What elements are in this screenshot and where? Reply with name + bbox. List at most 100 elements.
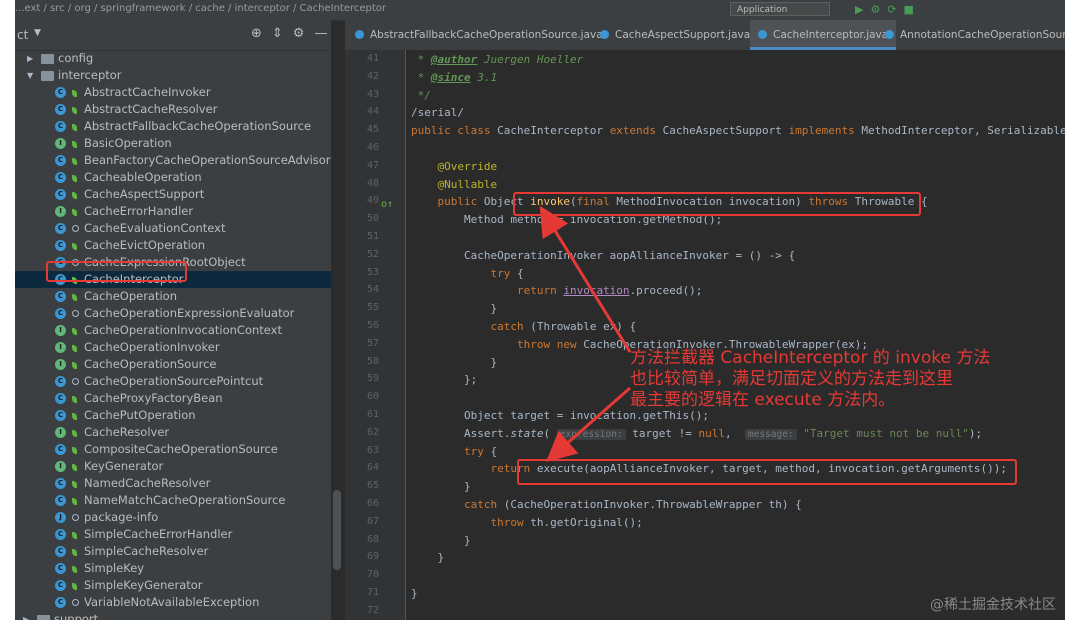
public-access-icon (72, 447, 77, 454)
code-token: .proceed(); (629, 284, 703, 298)
line-number: 57 (366, 337, 379, 349)
code-token: throw (411, 515, 531, 529)
breadcrumb[interactable]: ...ext / src / org / springframework / c… (15, 3, 386, 14)
chevron-right-icon[interactable]: ▶ (27, 52, 33, 65)
code-token: /serial/ (411, 106, 464, 120)
chevron-down-icon[interactable]: ▼ (34, 28, 41, 38)
code-line: @Nullable (411, 178, 497, 191)
tree-item[interactable]: C NameMatchCacheOperationSource (15, 492, 331, 509)
code-line: Assert.state( expression: target != null… (411, 427, 982, 440)
tree-item[interactable]: C CacheEvictOperation (15, 237, 331, 254)
interface-icon: I (55, 461, 66, 472)
tree-item-label: config (58, 51, 94, 65)
tab-label: AbstractFallbackCacheOperationSource.jav… (370, 29, 603, 41)
tree-folder[interactable]: ▼ interceptor (15, 67, 331, 84)
code-token: } (411, 551, 445, 565)
line-number: 59 (366, 373, 379, 385)
tree-item[interactable]: I CacheErrorHandler (15, 203, 331, 220)
project-scrollbar[interactable] (333, 490, 341, 570)
tree-item[interactable]: C VariableNotAvailableException (15, 594, 331, 611)
tree-item[interactable]: C AbstractCacheResolver (15, 101, 331, 118)
code-editor[interactable]: 41 42 43 44 45 46 47 48 49 50 51 52 53 54 55 56 57 58 59 60… (345, 50, 1065, 620)
tree-item[interactable]: I CacheOperationInvoker (15, 339, 331, 356)
chevron-down-icon[interactable]: ▼ (27, 69, 33, 82)
public-access-icon (72, 430, 77, 437)
tab-annotationcacheoperationsource[interactable]: AnnotationCacheOperationSource.java (885, 20, 1065, 50)
tab-cacheaspectsupport[interactable]: CacheAspectSupport.java (600, 20, 750, 50)
tree-item-label: BeanFactoryCacheOperationSourceAdvisor (84, 153, 331, 167)
annotation-line-3: 最主要的逻辑在 execute 方法内。 (630, 390, 896, 410)
tree-item[interactable]: I KeyGenerator (15, 458, 331, 475)
run-config-selector[interactable]: Application (730, 2, 830, 16)
code-token: } (411, 302, 498, 316)
navigation-bar: ...ext / src / org / springframework / c… (15, 0, 1065, 21)
tab-abstractfallbackcacheoperationsource[interactable]: AbstractFallbackCacheOperationSource.jav… (355, 20, 603, 50)
parameter-hint: expression: (556, 428, 626, 440)
tree-item-label: CacheResolver (84, 425, 170, 439)
tree-item-label: interceptor (58, 68, 122, 82)
tree-item[interactable]: C CacheAspectSupport (15, 186, 331, 203)
tree-item[interactable]: C CompositeCacheOperationSource (15, 441, 331, 458)
tree-folder[interactable]: ▶ config (15, 50, 331, 67)
tree-item[interactable]: C NamedCacheResolver (15, 475, 331, 492)
tree-item-label: NamedCacheResolver (84, 476, 211, 490)
annotation-text: 方法拦截器 CacheInterceptor 的 invoke 方法 也比较简单… (630, 348, 990, 411)
override-gutter-icon[interactable]: o↑ (381, 199, 393, 210)
code-line: @Override (411, 160, 497, 173)
tree-item[interactable]: C AbstractCacheInvoker (15, 84, 331, 101)
class-icon: C (55, 410, 66, 421)
tree-item[interactable]: I CacheResolver (15, 424, 331, 441)
code-line: return invocation.proceed(); (411, 284, 702, 297)
java-file-icon: J (55, 512, 66, 523)
tree-item[interactable]: I BasicOperation (15, 135, 331, 152)
public-access-icon (72, 464, 77, 471)
code-token: * (411, 70, 431, 84)
tree-item[interactable]: C AbstractFallbackCacheOperationSource (15, 118, 331, 135)
tree-item[interactable]: I CacheOperationInvocationContext (15, 322, 331, 339)
tree-item[interactable]: C SimpleCacheErrorHandler (15, 526, 331, 543)
tree-item[interactable]: C CacheEvaluationContext (15, 220, 331, 237)
ide-window: ...ext / src / org / springframework / c… (15, 0, 1065, 620)
line-number: 50 (366, 213, 379, 225)
code-token: } (411, 480, 471, 494)
class-icon (758, 29, 767, 39)
tree-item[interactable]: C CacheProxyFactoryBean (15, 390, 331, 407)
tree-item[interactable]: C BeanFactoryCacheOperationSourceAdvisor (15, 152, 331, 169)
class-icon: C (55, 223, 66, 234)
tree-item[interactable]: C SimpleCacheResolver (15, 543, 331, 560)
folder-icon (37, 615, 50, 620)
tree-item[interactable]: Jpackage-info (15, 509, 331, 526)
project-view-selector[interactable]: ct (17, 28, 28, 42)
code-line: */ (411, 89, 431, 102)
tree-item[interactable]: I CacheOperationSource (15, 356, 331, 373)
line-number: 53 (366, 266, 379, 278)
line-number: 44 (366, 106, 379, 118)
chevron-right-icon[interactable]: ▶ (23, 613, 29, 620)
class-icon: C (55, 308, 66, 319)
tree-item[interactable]: C CacheOperationExpressionEvaluator (15, 305, 331, 322)
tree-item[interactable]: C SimpleKey (15, 560, 331, 577)
public-access-icon (72, 175, 77, 182)
tree-item-label: CacheOperationSourcePointcut (84, 374, 264, 388)
panel-toolbar-icons[interactable]: ⊕⇕⚙— (251, 26, 337, 41)
tree-item[interactable]: C CacheOperationSourcePointcut (15, 373, 331, 390)
code-token: catch (411, 320, 531, 333)
tab-cacheinterceptor[interactable]: CacheInterceptor.java (750, 20, 897, 50)
highlight-box-tree (46, 261, 187, 282)
tree-item[interactable]: C CachePutOperation (15, 407, 331, 424)
toolbar-run-icons[interactable]: ▶⚙⟳■ (855, 3, 921, 16)
class-icon: C (55, 546, 66, 557)
code-token: @Nullable (411, 177, 498, 191)
tree-item-label: BasicOperation (84, 136, 172, 150)
tree-item[interactable]: C CacheOperation (15, 288, 331, 305)
tree-item[interactable]: C CacheableOperation (15, 169, 331, 186)
editor-tabs: AbstractFallbackCacheOperationSource.jav… (345, 20, 1065, 51)
abstract-class-icon: C (55, 104, 66, 115)
tree-item[interactable]: C SimpleKeyGenerator (15, 577, 331, 594)
tree-item-label: VariableNotAvailableException (84, 595, 260, 609)
code-line: CacheOperationInvoker aopAllianceInvoker… (411, 249, 795, 262)
abstract-class-icon: C (55, 121, 66, 132)
tree-item-label: CacheOperationSource (84, 357, 217, 371)
tree-folder[interactable]: ▶ support (15, 611, 331, 620)
tree-item-label: CacheProxyFactoryBean (84, 391, 223, 405)
